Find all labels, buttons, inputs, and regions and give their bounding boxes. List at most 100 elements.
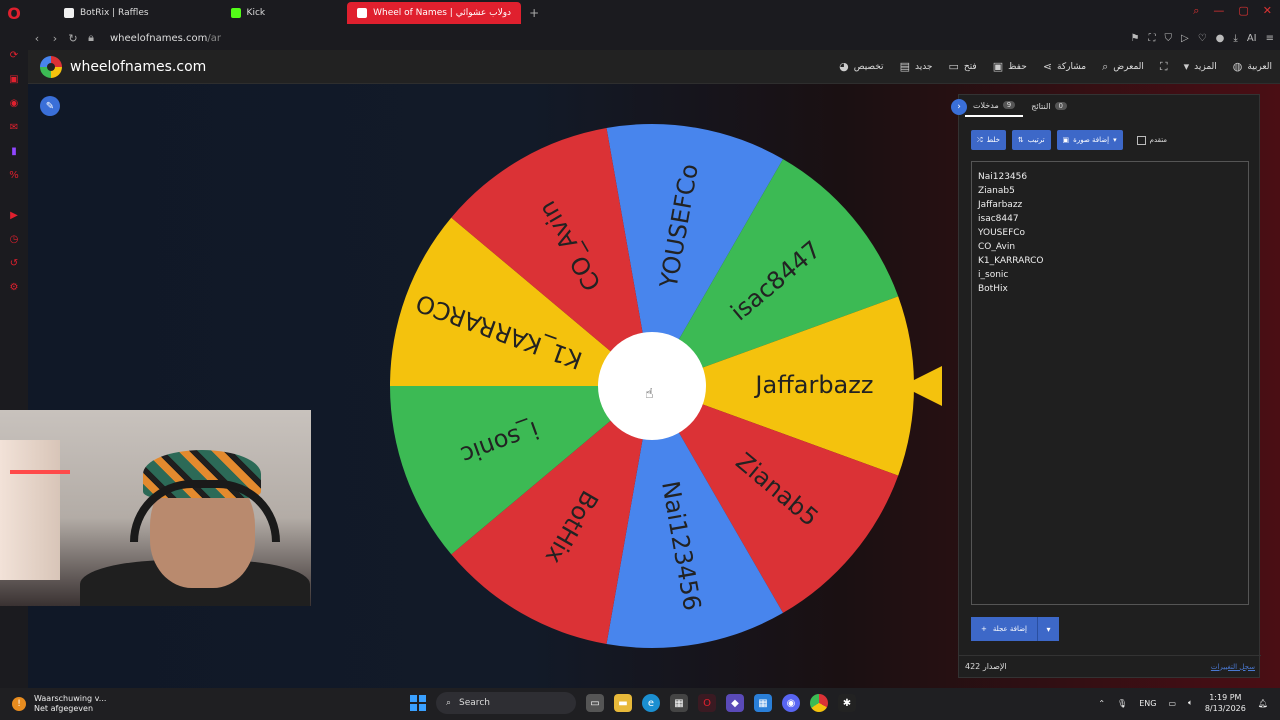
percent-icon[interactable]: % [8,170,20,182]
webcam-background [0,440,60,580]
menu-open[interactable]: ▭ فتح [949,60,977,73]
list-item: BotHix [978,284,1008,294]
search-icon: ⌕ [1102,59,1109,73]
task-view-icon[interactable]: ▭ [586,694,604,712]
twitch-icon[interactable]: ▮ [8,146,20,158]
menu-more[interactable]: ▾ المزيد [1184,60,1217,73]
plus-icon: + [981,625,987,633]
opera-gx-icon[interactable]: O [698,694,716,712]
app-icon-dark[interactable]: ✱ [838,694,856,712]
opera-logo-icon[interactable]: O [0,0,28,26]
menu-new[interactable]: ▤ جديد [900,60,933,73]
site-title[interactable]: wheelofnames.com [70,59,206,75]
add-wheel-button[interactable]: + إضافة عجلة [971,617,1037,641]
panel-tabs: مدخلات 9 النتائج 0 [959,95,1261,117]
menu-share[interactable]: ⋖ مشاركة [1043,60,1086,73]
panel-footer: الإصدار 422 سجل التغييرات [959,655,1261,677]
menu-gallery[interactable]: ⌕ المعرض [1102,60,1144,74]
url-field[interactable]: wheelofnames.com/ar [110,33,221,44]
bag-icon[interactable]: ▣ [8,74,20,86]
history-icon[interactable]: ↺ [8,258,20,270]
globe-icon: ◍ [1232,60,1243,73]
mouse-cursor-icon: ☝ [645,386,654,402]
search-icon: ⌕ [446,698,452,708]
monitor-icon[interactable]: ▭ [1168,699,1176,708]
forward-button[interactable]: › [46,32,64,45]
minimize-icon[interactable]: — [1213,4,1224,18]
snapshot-icon[interactable]: ⛶ [1148,33,1155,44]
add-wheel-label: إضافة عجلة [992,625,1027,633]
app-icon-blue[interactable]: ▦ [754,694,772,712]
divider [8,194,20,198]
chevron-up-icon[interactable]: ⌃ [1098,699,1105,708]
heart-icon[interactable]: ♡ [1198,33,1207,44]
windows-start-icon[interactable] [410,695,426,711]
settings-icon[interactable]: ⚙ [8,282,20,294]
notification-bell-icon[interactable]: 🔔︎ [1258,699,1268,708]
menu-icon[interactable]: ≡ [1266,33,1274,44]
maximize-icon[interactable]: ▢ [1238,4,1248,18]
shuffle-button[interactable]: ⤮ خلط [971,130,1006,150]
chrome-icon[interactable] [810,694,828,712]
volume-icon[interactable]: 🔈︎ [1188,698,1193,708]
microphone-icon[interactable]: 🎙︎ [1117,699,1127,708]
reload-button[interactable]: ↻ [64,32,82,45]
edit-icon[interactable]: ✎ [40,96,60,116]
tab-results[interactable]: النتائج 0 [1023,95,1075,117]
add-wheel-dropdown[interactable]: ▾ [1037,617,1059,641]
mail-icon[interactable]: ✉ [8,122,20,134]
download-icon[interactable]: ⤓ [1233,33,1237,44]
taskbar-search[interactable]: ⌕ Search [436,692,576,714]
new-tab-button[interactable]: + [523,6,545,20]
tab-kick[interactable]: Kick [221,2,276,24]
list-item: Zianab5 [978,186,1015,196]
menu-label: جديد [914,61,933,72]
wheelofnames-logo-icon[interactable] [40,55,62,78]
play-icon[interactable]: ▶ [8,210,20,222]
search-tabs-icon[interactable]: ⌕ [1193,4,1199,18]
sort-button[interactable]: ⇅ ترتيب [1011,130,1051,150]
entries-textarea[interactable]: Nai123456 Zianab5 Jaffarbazz isac8447 YO… [971,161,1249,605]
player-icon[interactable]: ▷ [1181,33,1189,44]
messenger-icon[interactable]: ◉ [8,98,20,110]
edge-icon[interactable]: e [642,694,660,712]
advanced-label: متقدم [1149,136,1168,144]
browser-tab-bar: O BotRix | Raffles Kick Wheel of Names |… [0,0,1280,26]
advanced-checkbox[interactable] [1136,135,1146,145]
store-icon[interactable]: ▦ [670,694,688,712]
menu-customize[interactable]: ◕ تخصيص [839,60,883,73]
search-placeholder: Search [459,698,490,708]
add-wheel-button-group: + إضافة عجلة ▾ [971,617,1059,641]
tab-botrix[interactable]: BotRix | Raffles [54,2,159,24]
window-controls: ⌕ — ▢ ✕ [1193,4,1272,18]
menu-save[interactable]: ▣ حفظ [993,60,1027,73]
close-icon[interactable]: ✕ [1263,4,1272,18]
clock-icon[interactable]: ◷ [8,234,20,246]
refresh-icon[interactable]: ⟳ [8,50,20,62]
clock[interactable]: 1:19 PM 8/13/2026 [1205,692,1246,714]
changelog-link[interactable]: سجل التغييرات [1211,663,1255,671]
app-icon-purple[interactable]: ◆ [726,694,744,712]
back-button[interactable]: ‹ [28,32,46,45]
menu-label: حفظ [1008,61,1027,72]
taskbar: ! Waarschuwing v... Net afgegeven ⌕ Sear… [0,688,1280,720]
file-icon: ▤ [899,60,910,73]
shield-icon[interactable]: ⛉ [1164,33,1172,44]
palette-icon: ◕ [839,60,849,73]
ai-button[interactable]: AI [1247,33,1257,44]
menu-language[interactable]: ◍ العربية [1233,60,1272,73]
list-item: isac8447 [978,214,1019,224]
kick-icon [230,8,241,18]
discord-icon[interactable]: ◉ [782,694,800,712]
notification[interactable]: ! Waarschuwing v... Net afgegeven [12,694,106,714]
profile-icon[interactable]: ● [1216,33,1225,44]
bookmark-icon[interactable]: ⚑ [1131,33,1140,44]
menu-fullscreen[interactable]: ⛶ [1160,60,1168,74]
add-image-button[interactable]: ▣ إضافة صورة ▾ [1056,130,1123,150]
tab-entries[interactable]: مدخلات 9 [965,95,1024,117]
lock-icon: 🔒︎ [88,31,94,44]
advanced-toggle[interactable]: متقدم [1136,135,1168,145]
file-explorer-icon[interactable]: ▬ [614,694,632,712]
tab-wheel-of-names[interactable]: Wheel of Names | دولاب عشوائي [347,2,522,24]
language-indicator[interactable]: ENG [1139,699,1156,708]
